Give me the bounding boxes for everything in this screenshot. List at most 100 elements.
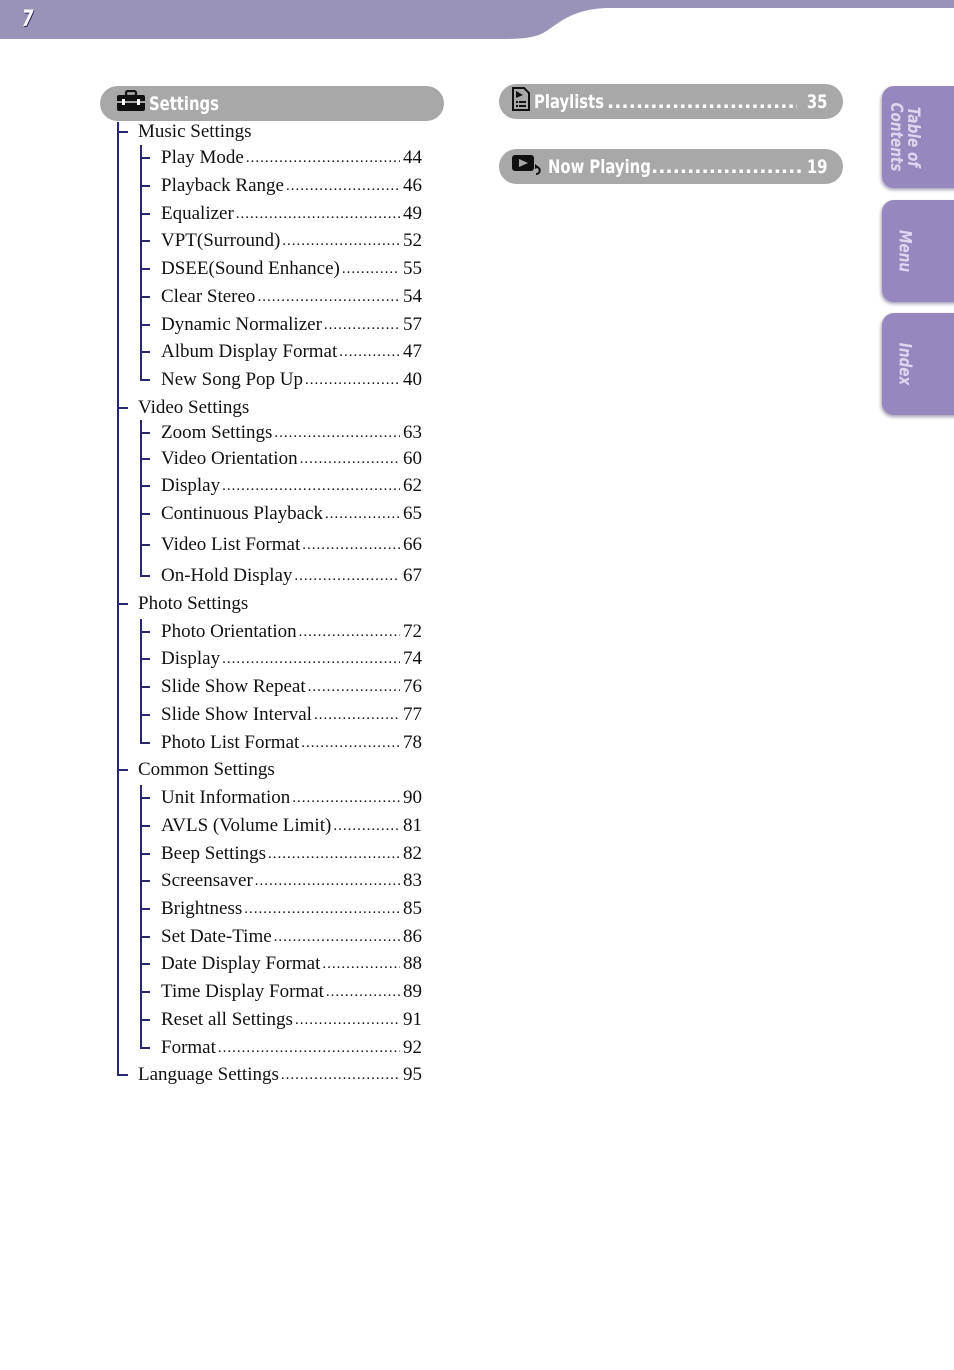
item-label: Photo List Format [161, 732, 302, 754]
tree-item[interactable]: Video List Format.......................… [161, 533, 422, 557]
item-label: Music Settings [138, 121, 254, 143]
tab-index[interactable]: Index [882, 313, 954, 415]
leader-dots: ........................................… [299, 450, 400, 467]
now-playing-page: 19 [806, 155, 827, 178]
tab-label: Menu [894, 229, 915, 273]
tree-branch [140, 686, 150, 688]
tree-branch [140, 240, 150, 242]
now-playing-link[interactable]: Now Playing ............................… [499, 149, 843, 184]
tree-item[interactable]: Continuous Playback.....................… [161, 502, 422, 526]
tree-item[interactable]: Video Orientation.......................… [161, 447, 422, 471]
leader-dots: ........................................… [341, 260, 400, 277]
tree-item[interactable]: Beep Settings...........................… [161, 842, 422, 866]
playlists-link[interactable]: Playlists ..............................… [499, 84, 843, 119]
tree-branch [140, 1019, 150, 1021]
tab-label: Index [894, 342, 915, 386]
tree-item[interactable]: Slide Show Repeat.......................… [161, 675, 422, 699]
page-number: 72 [403, 621, 422, 642]
page-number: 7 [22, 7, 34, 32]
tree-item[interactable]: Reset all Settings......................… [161, 1008, 422, 1032]
page-number: 77 [403, 704, 422, 725]
settings-section-header[interactable]: Settings [100, 86, 444, 121]
tree-branch [140, 658, 150, 660]
page-number: 92 [403, 1037, 422, 1058]
tree-item[interactable]: Set Date-Time...........................… [161, 925, 422, 949]
item-label: Album Display Format [161, 341, 340, 363]
tree-group[interactable]: Photo Settings [138, 592, 438, 616]
item-label: Brightness [161, 898, 245, 920]
tree-branch [140, 513, 150, 515]
tree-item[interactable]: AVLS (Volume Limit).....................… [161, 814, 422, 838]
tree-branch [140, 963, 150, 965]
tree-item[interactable]: Photo List Format.......................… [161, 731, 422, 755]
item-label: On-Hold Display [161, 565, 295, 587]
tree-item[interactable]: Display.................................… [161, 647, 422, 671]
item-label: Display [161, 475, 223, 497]
tree-item[interactable]: Playback Range..........................… [161, 174, 422, 198]
page-number: 46 [403, 175, 422, 196]
leader-dots: ........................................… [333, 817, 400, 834]
item-label: Video Settings [138, 397, 252, 419]
item-label: Screensaver [161, 870, 255, 892]
tree-item[interactable]: DSEE(Sound Enhance).....................… [161, 257, 422, 281]
tree-item[interactable]: Unit Information........................… [161, 786, 422, 810]
tree-item[interactable]: New Song Pop Up.........................… [161, 368, 422, 392]
leader-dots: ........................................… [222, 477, 400, 494]
tree-branch [140, 631, 150, 633]
page-number: 65 [403, 503, 422, 524]
tree-item[interactable]: Date Display Format.....................… [161, 952, 422, 976]
item-label: Clear Stereo [161, 286, 258, 308]
tree-item[interactable]: Language Settings.......................… [138, 1063, 422, 1087]
item-label: Language Settings [138, 1064, 281, 1086]
tree-branch [140, 296, 150, 298]
item-label: Dynamic Normalizer [161, 314, 324, 336]
page-number: 81 [403, 815, 422, 836]
tree-item[interactable]: Clear Stereo............................… [161, 285, 422, 309]
item-label: New Song Pop Up [161, 369, 305, 391]
item-label: Format [161, 1037, 218, 1059]
item-label: VPT(Surround) [161, 230, 283, 252]
tree-branch [117, 407, 128, 409]
tree-item[interactable]: Dynamic Normalizer......................… [161, 313, 422, 337]
tree-branch [140, 825, 150, 827]
tab-menu[interactable]: Menu [882, 200, 954, 302]
page-number: 60 [403, 448, 422, 469]
leader-dots: ........................................… [268, 845, 400, 862]
tab-table-of-contents[interactable]: Table of Contents [882, 86, 954, 188]
page-number: 52 [403, 230, 422, 251]
tree-group[interactable]: Music Settings [138, 120, 438, 144]
tree-group[interactable]: Common Settings [138, 758, 438, 782]
tree-item[interactable]: Zoom Settings...........................… [161, 421, 422, 445]
tree-item[interactable]: VPT(Surround)...........................… [161, 229, 422, 253]
tree-branch [117, 769, 128, 771]
tree-branch [140, 351, 150, 353]
leader-dots: ........................................… [244, 900, 400, 917]
tree-branch [140, 714, 150, 716]
tree-item[interactable]: Equalizer...............................… [161, 202, 422, 226]
page-number: 63 [403, 422, 422, 443]
tree-branch [140, 853, 150, 855]
page-number: 62 [403, 475, 422, 496]
tree-item[interactable]: Play Mode...............................… [161, 146, 422, 170]
tree-item[interactable]: On-Hold Display.........................… [161, 564, 422, 588]
tree-group[interactable]: Video Settings [138, 396, 438, 420]
tree-item[interactable]: Album Display Format....................… [161, 340, 422, 364]
tree-item[interactable]: Display.................................… [161, 474, 422, 498]
tree-item[interactable]: Format..................................… [161, 1036, 422, 1060]
tree-item[interactable]: Time Display Format.....................… [161, 980, 422, 1004]
tree-item[interactable]: Brightness..............................… [161, 897, 422, 921]
playlists-page: 35 [806, 90, 827, 113]
tree-item[interactable]: Screensaver.............................… [161, 869, 422, 893]
leader-dots: ........................................… [217, 1039, 400, 1056]
tree-item[interactable]: Slide Show Interval.....................… [161, 703, 422, 727]
tree-item[interactable]: Photo Orientation.......................… [161, 620, 422, 644]
leader-dots: ........................................… [339, 343, 400, 360]
page-number: 44 [403, 147, 422, 168]
item-label: Set Date-Time [161, 926, 274, 948]
playlist-icon [511, 87, 531, 116]
item-label: Reset all Settings [161, 1009, 295, 1031]
page-number: 85 [403, 898, 422, 919]
leader-dots: ........................................… [294, 567, 400, 584]
page-number: 57 [403, 314, 422, 335]
leader-dots: ........................................… [273, 928, 400, 945]
